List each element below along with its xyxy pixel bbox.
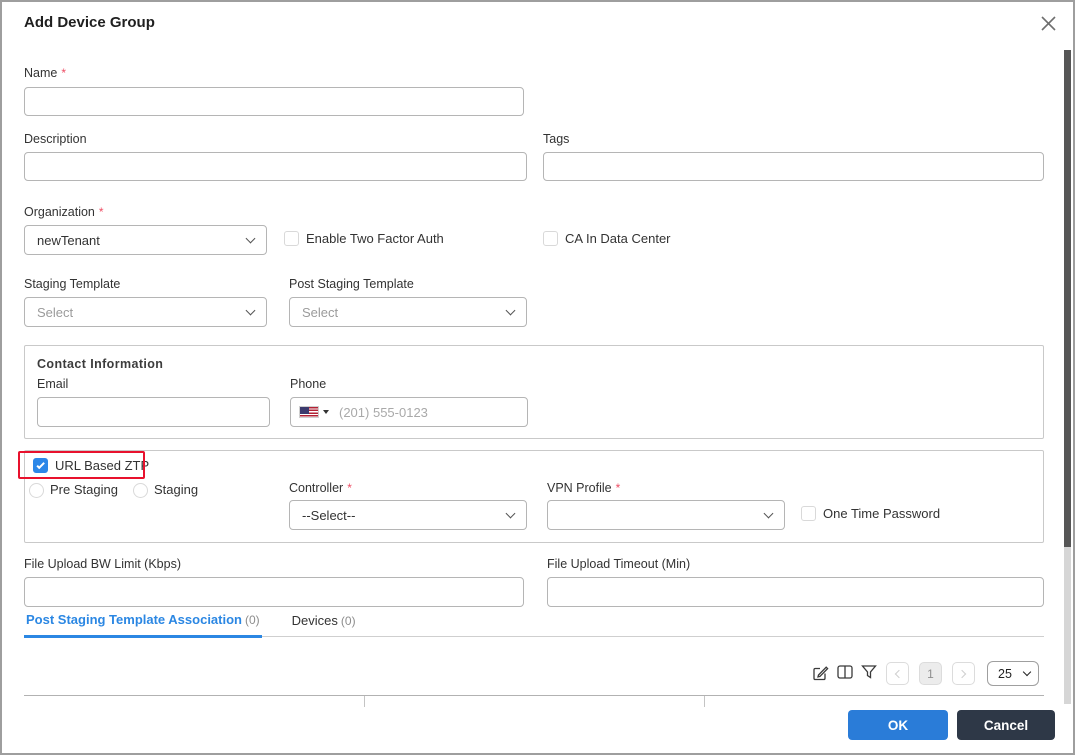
- chevron-down-icon: [505, 305, 516, 315]
- scrollbar-thumb[interactable]: [1064, 50, 1071, 547]
- tab-count: (0): [340, 614, 356, 628]
- vpn-profile-select[interactable]: [547, 500, 785, 530]
- post-staging-template-placeholder: Select: [302, 304, 339, 320]
- current-page-button[interactable]: 1: [919, 662, 942, 685]
- email-label: Email: [37, 377, 69, 391]
- column-divider: [364, 696, 365, 707]
- us-flag-icon[interactable]: [299, 406, 319, 418]
- close-icon[interactable]: [1040, 15, 1057, 32]
- organization-label: Organization *: [24, 205, 104, 219]
- one-time-password-label: One Time Password: [823, 506, 941, 521]
- enable-two-factor-label: Enable Two Factor Auth: [306, 231, 444, 246]
- ok-button[interactable]: OK: [848, 710, 948, 740]
- tags-label: Tags: [543, 132, 570, 146]
- phone-input[interactable]: [329, 398, 519, 426]
- post-staging-template-label: Post Staging Template: [289, 277, 414, 291]
- page-title: Add Device Group: [24, 14, 155, 31]
- tab-post-staging-template-association[interactable]: Post Staging Template Association (0): [24, 612, 262, 638]
- upload-timeout-input[interactable]: [547, 577, 1044, 607]
- organization-select[interactable]: newTenant: [24, 225, 267, 255]
- controller-value: --Select--: [302, 507, 356, 523]
- edit-icon[interactable]: [812, 664, 829, 681]
- contact-information-title: Contact Information: [37, 357, 164, 371]
- chevron-down-icon: [245, 305, 256, 315]
- filter-icon[interactable]: [861, 665, 877, 679]
- vpn-profile-label: VPN Profile *: [547, 481, 621, 495]
- table-header: [24, 695, 1044, 707]
- chevron-down-icon: [763, 508, 774, 518]
- chevron-down-icon: [505, 508, 516, 518]
- controller-label: Controller *: [289, 481, 352, 495]
- url-based-ztp-label: URL Based ZTP: [55, 458, 150, 473]
- staging-template-label: Staging Template: [24, 277, 121, 291]
- description-label: Description: [24, 132, 87, 146]
- contact-information-panel: Contact Information Email Phone: [24, 345, 1044, 439]
- url-based-ztp-checkbox[interactable]: [33, 458, 48, 473]
- page-size-select[interactable]: 25: [987, 661, 1039, 686]
- tab-count: (0): [244, 613, 260, 627]
- previous-page-button[interactable]: [886, 662, 909, 685]
- chevron-down-icon: [245, 233, 256, 243]
- column-divider: [704, 696, 705, 707]
- staging-template-select[interactable]: Select: [24, 297, 267, 327]
- pre-staging-radio[interactable]: [29, 483, 44, 498]
- tab-devices[interactable]: Devices (0): [290, 613, 358, 636]
- columns-icon[interactable]: [837, 665, 853, 679]
- enable-two-factor-checkbox[interactable]: [284, 231, 299, 246]
- name-input[interactable]: [24, 87, 524, 116]
- email-field[interactable]: [37, 397, 270, 427]
- tags-input[interactable]: [543, 152, 1044, 181]
- check-icon: [35, 460, 45, 469]
- staging-label: Staging: [154, 482, 199, 497]
- chevron-right-icon: [957, 669, 967, 678]
- one-time-password-checkbox[interactable]: [801, 506, 816, 521]
- controller-select[interactable]: --Select--: [289, 500, 527, 530]
- post-staging-template-select[interactable]: Select: [289, 297, 527, 327]
- pre-staging-label: Pre Staging: [50, 482, 118, 497]
- upload-timeout-label: File Upload Timeout (Min): [547, 557, 691, 571]
- bw-limit-label: File Upload BW Limit (Kbps): [24, 557, 181, 571]
- tab-bar: Post Staging Template Association (0) Dev…: [24, 612, 1044, 638]
- staging-template-placeholder: Select: [37, 304, 74, 320]
- staging-radio[interactable]: [133, 483, 148, 498]
- description-input[interactable]: [24, 152, 527, 181]
- ca-in-data-center-label: CA In Data Center: [565, 231, 671, 246]
- organization-value: newTenant: [37, 232, 100, 248]
- bw-limit-input[interactable]: [24, 577, 524, 607]
- phone-label: Phone: [290, 377, 327, 391]
- ca-in-data-center-checkbox[interactable]: [543, 231, 558, 246]
- page-size-value: 25: [998, 666, 1012, 681]
- name-label: Name *: [24, 66, 67, 80]
- chevron-down-icon: [1022, 667, 1032, 676]
- phone-field[interactable]: [290, 397, 528, 427]
- cancel-button[interactable]: Cancel: [957, 710, 1055, 740]
- add-device-group-dialog: Add Device Group Name * Description Tags …: [0, 0, 1075, 755]
- chevron-left-icon: [894, 669, 904, 678]
- next-page-button[interactable]: [952, 662, 975, 685]
